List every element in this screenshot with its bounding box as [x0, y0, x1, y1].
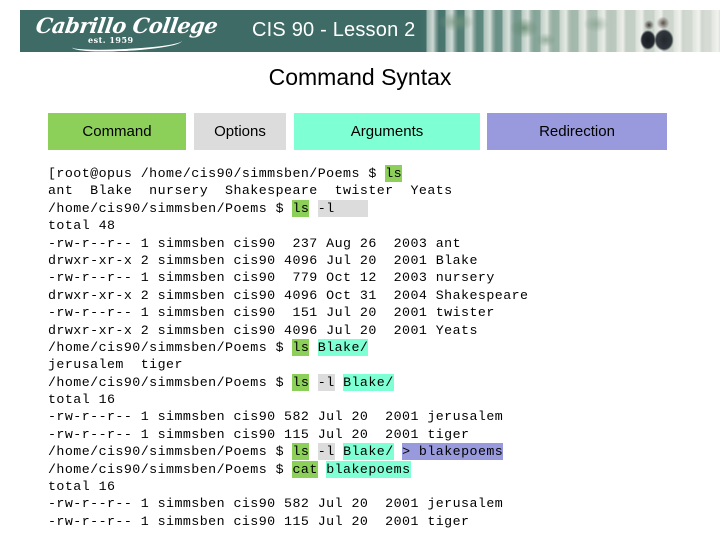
terminal-highlight-argument: blakepoems [326, 460, 411, 478]
terminal-highlight-option: -l [317, 443, 335, 461]
header-banner: Cabrillo College est. 1959 CIS 90 - Less… [20, 10, 720, 52]
terminal-text: jerusalem tiger [48, 357, 183, 373]
terminal-highlight-command: ls [292, 373, 310, 391]
terminal-line: -rw-r--r-- 1 simmsben cis90 151 Jul 20 2… [48, 304, 708, 321]
terminal-line: total 16 [48, 391, 708, 408]
legend-box-label: Command [82, 123, 152, 140]
terminal-text: /home/cis90/simmsben/Poems $ [48, 339, 293, 355]
terminal-text: -rw-r--r-- 1 simmsben cis90 115 Jul 20 2… [48, 426, 470, 442]
terminal-line: -rw-r--r-- 1 simmsben cis90 237 Aug 26 2… [48, 235, 708, 252]
terminal-line: ant Blake nursery Shakespeare twister Ye… [48, 182, 708, 199]
legend-box-label: Options [214, 123, 266, 140]
terminal-line: [root@opus /home/cis90/simmsben/Poems $ … [48, 165, 708, 182]
terminal-highlight-argument: Blake/ [343, 373, 394, 391]
banner-title: CIS 90 - Lesson 2 [252, 19, 416, 41]
terminal-text: -rw-r--r-- 1 simmsben cis90 237 Aug 26 2… [48, 235, 462, 251]
legend-box-arguments: Arguments [294, 113, 480, 150]
terminal-line: jerusalem tiger [48, 356, 708, 373]
terminal-line: -rw-r--r-- 1 simmsben cis90 115 Jul 20 2… [48, 426, 708, 443]
terminal-line: drwxr-xr-x 2 simmsben cis90 4096 Jul 20 … [48, 252, 708, 269]
terminal-line: -rw-r--r-- 1 simmsben cis90 779 Oct 12 2… [48, 269, 708, 286]
terminal-highlight-option: -l [317, 373, 335, 391]
terminal-highlight-command: ls [292, 443, 310, 461]
legend-box-command: Command [48, 113, 186, 150]
page-title: Command Syntax [268, 64, 452, 90]
terminal-line: drwxr-xr-x 2 simmsben cis90 4096 Oct 31 … [48, 287, 708, 304]
terminal-text: total 16 [48, 392, 116, 408]
terminal-line: /home/cis90/simmsben/Poems $ ls -l Blake… [48, 443, 708, 461]
terminal-highlight-command: ls [385, 165, 403, 182]
terminal-highlight-command: ls [292, 199, 310, 217]
terminal-highlight-argument: Blake/ [317, 338, 369, 356]
terminal-text: total 16 [48, 479, 116, 495]
terminal-line: /home/cis90/simmsben/Poems $ ls Blake/ [48, 338, 708, 356]
terminal-text: -rw-r--r-- 1 simmsben cis90 779 Oct 12 2… [48, 270, 495, 286]
terminal-line: drwxr-xr-x 2 simmsben cis90 4096 Jul 20 … [48, 322, 708, 339]
terminal-text: -rw-r--r-- 1 simmsben cis90 151 Jul 20 2… [48, 305, 495, 321]
legend-box-options: Options [194, 113, 286, 150]
terminal-text: -rw-r--r-- 1 simmsben cis90 582 Jul 20 2… [48, 496, 504, 512]
terminal-line: -rw-r--r-- 1 simmsben cis90 582 Jul 20 2… [48, 408, 708, 425]
terminal-text: /home/cis90/simmsben/Poems $ [48, 461, 293, 477]
terminal-text: /home/cis90/simmsben/Poems $ [48, 200, 293, 216]
terminal-line: /home/cis90/simmsben/Poems $ ls -l Blake… [48, 373, 708, 391]
terminal-text: drwxr-xr-x 2 simmsben cis90 4096 Jul 20 … [48, 322, 478, 338]
syntax-legend: Command Options Arguments Redirection [0, 113, 720, 150]
terminal-text: -rw-r--r-- 1 simmsben cis90 582 Jul 20 2… [48, 409, 504, 425]
terminal-text: -rw-r--r-- 1 simmsben cis90 115 Jul 20 2… [48, 513, 470, 529]
terminal-text: drwxr-xr-x 2 simmsben cis90 4096 Oct 31 … [48, 287, 529, 303]
terminal-highlight-argument: Blake/ [343, 443, 394, 461]
terminal-text: drwxr-xr-x 2 simmsben cis90 4096 Jul 20 … [48, 252, 478, 268]
terminal-text: total 48 [48, 218, 116, 234]
terminal-line: -rw-r--r-- 1 simmsben cis90 115 Jul 20 2… [48, 513, 708, 530]
terminal-text: /home/cis90/simmsben/Poems $ [48, 444, 293, 460]
terminal-text: [root@opus /home/cis90/simmsben/Poems $ [48, 166, 386, 181]
legend-box-label: Redirection [539, 123, 615, 140]
terminal-highlight-option: -l [317, 199, 369, 217]
terminal-highlight-command: ls [292, 338, 310, 356]
terminal-highlight-command: cat [292, 460, 318, 478]
cabrillo-college-logo: Cabrillo College est. 1959 [34, 13, 219, 52]
legend-box-redirection: Redirection [487, 113, 667, 150]
terminal-highlight-redirection: > blakepoems [402, 443, 504, 461]
terminal-line: /home/cis90/simmsben/Poems $ cat blakepo… [48, 460, 708, 478]
banner-photo-columns [420, 10, 720, 52]
legend-box-label: Arguments [350, 123, 424, 140]
terminal-line: /home/cis90/simmsben/Poems $ ls -l [48, 199, 708, 217]
terminal-transcript: [root@opus /home/cis90/simmsben/Poems $ … [48, 165, 708, 530]
terminal-line: total 16 [48, 478, 708, 495]
terminal-text: /home/cis90/simmsben/Poems $ [48, 374, 293, 390]
terminal-line: -rw-r--r-- 1 simmsben cis90 582 Jul 20 2… [48, 495, 708, 512]
terminal-text: ant Blake nursery Shakespeare twister Ye… [48, 183, 453, 199]
terminal-line: total 48 [48, 217, 708, 234]
logo-established-text: est. 1959 [88, 35, 134, 45]
